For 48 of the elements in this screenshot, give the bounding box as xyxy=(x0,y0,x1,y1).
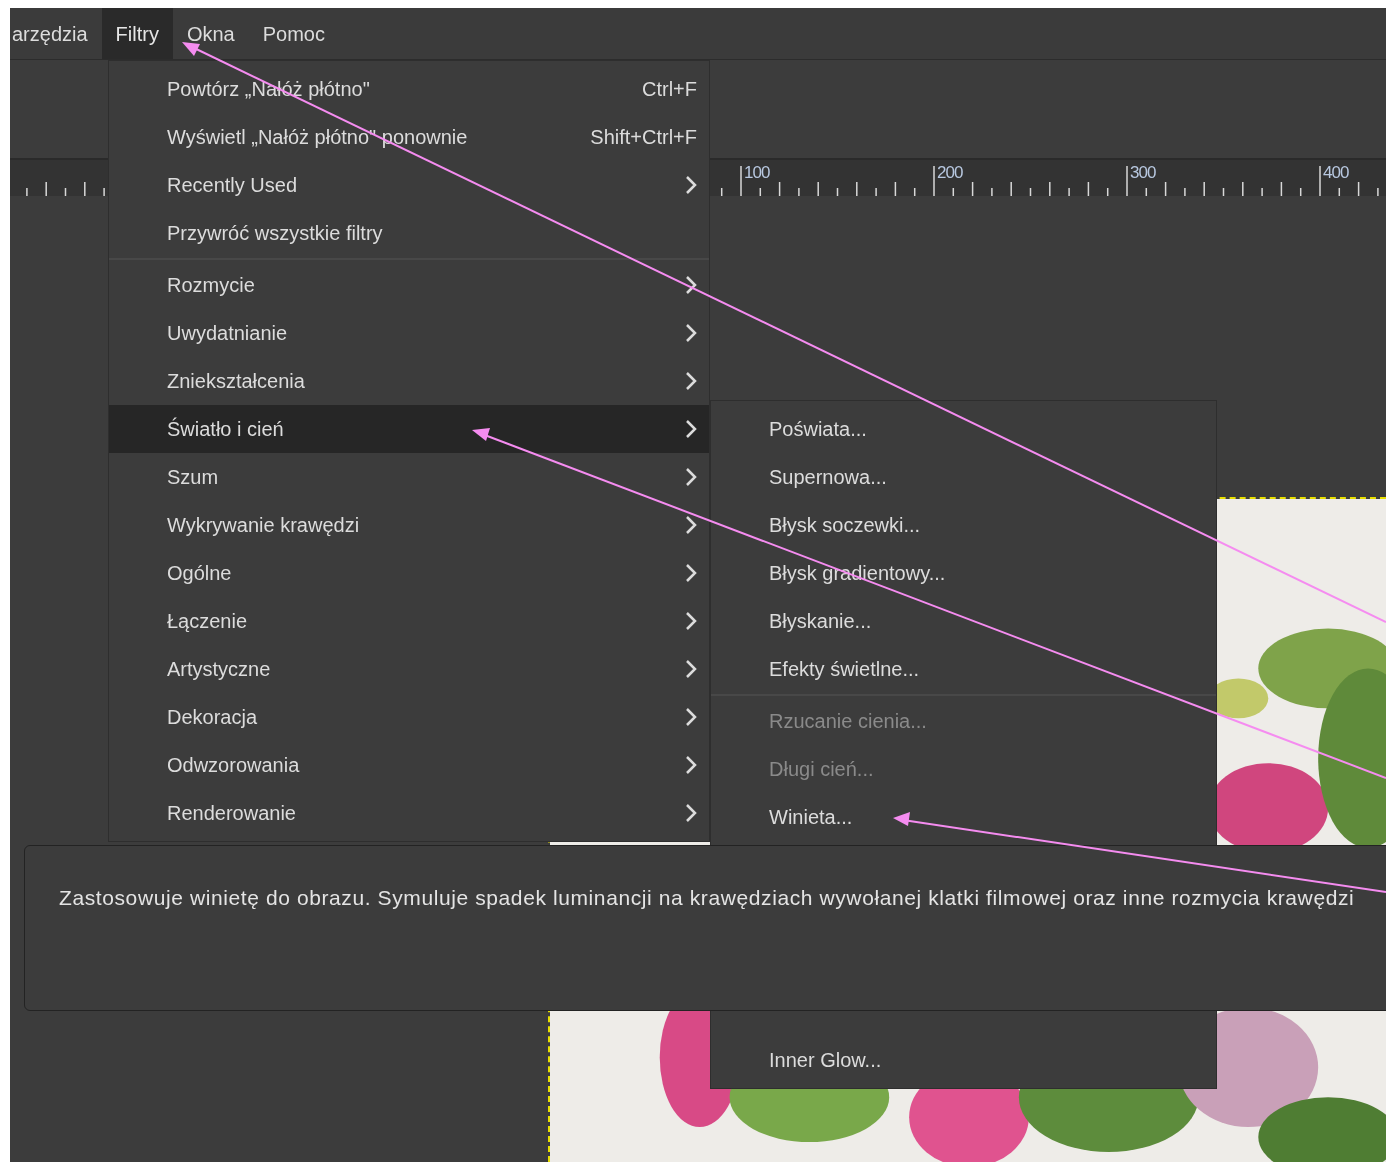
menu-item[interactable]: Przywróć wszystkie filtry xyxy=(109,209,709,257)
menu-item-label: Renderowanie xyxy=(167,801,297,826)
menu-item[interactable]: Efekty świetlne... xyxy=(711,645,1216,693)
ruler-label: 100 xyxy=(744,164,770,181)
shortcut-label: Shift+Ctrl+F xyxy=(590,125,697,150)
menu-item[interactable]: Okna xyxy=(172,8,249,59)
menu-item[interactable]: Błysk soczewki... xyxy=(711,501,1216,549)
tooltip-text: Zastosowuje winietę do obrazu. Symuluje spadek luminancji na krawędziach wywołanej klatki filmowej oraz inne rozmycia krawędzi xyxy=(59,885,1356,911)
menu-item[interactable]: Supernowa... xyxy=(711,453,1216,501)
menu-item[interactable]: Łączenie xyxy=(109,597,709,645)
ruler-label: 300 xyxy=(1130,164,1156,181)
menu-item-label: Światło i cień xyxy=(167,416,285,442)
menu-item[interactable]: Światło i cień xyxy=(109,405,709,453)
menu-item-label: Przywróć wszystkie filtry xyxy=(167,221,384,246)
menu-item-label: Odwzorowania xyxy=(167,753,301,778)
menu-item[interactable]: Dekoracja xyxy=(109,693,709,741)
menu-item-label: Recently Used xyxy=(167,173,299,198)
menu-item[interactable]: Filtry xyxy=(101,8,173,59)
menu-item-label: Dekoracja xyxy=(167,705,259,730)
menu-item[interactable]: Ogólne xyxy=(109,549,709,597)
ruler-label: 400 xyxy=(1323,164,1349,181)
menu-item[interactable]: Rozmycie xyxy=(109,261,709,309)
menu-item-label: Zniekształcenia xyxy=(167,369,306,394)
menu-item-label: Łączenie xyxy=(167,609,249,634)
menu-item[interactable]: Inner Glow... xyxy=(711,1036,1216,1084)
menu-item[interactable]: Wyświetl „Nałóż płótno" ponownie Shift+Ctrl+F xyxy=(109,113,709,161)
menu-item[interactable]: Szum xyxy=(109,453,709,501)
menu-item[interactable]: Winieta... xyxy=(711,793,1216,841)
menu-item-label: Uwydatnianie xyxy=(167,321,289,346)
ruler-label: 200 xyxy=(937,164,963,181)
menu-item[interactable]: Wykrywanie krawędzi xyxy=(109,501,709,549)
menu-item[interactable]: Renderowanie xyxy=(109,789,709,837)
menu-item[interactable]: arzędzia xyxy=(10,8,102,59)
menu-item[interactable]: Odwzorowania xyxy=(109,741,709,789)
menu-item[interactable]: Artystyczne xyxy=(109,645,709,693)
menu-item[interactable]: Recently Used xyxy=(109,161,709,209)
menu-item[interactable]: Zniekształcenia xyxy=(109,357,709,405)
shortcut-label: Ctrl+F xyxy=(642,77,697,102)
menu-item-label: Wykrywanie krawędzi xyxy=(167,513,361,538)
menu-item-label: Szum xyxy=(167,465,220,490)
menu-item[interactable]: Poświata... xyxy=(711,405,1216,453)
menu-item-label: Ogólne xyxy=(167,561,233,586)
menu-item[interactable]: Pomoc xyxy=(248,8,339,59)
menu-item-label: Rozmycie xyxy=(167,273,256,298)
menu-item[interactable]: Uwydatnianie xyxy=(109,309,709,357)
menu-item-label: Artystyczne xyxy=(167,657,272,682)
menu-item-label: Wyświetl „Nałóż płótno" ponownie xyxy=(167,125,469,150)
menu-item[interactable]: Błyskanie... xyxy=(711,597,1216,645)
